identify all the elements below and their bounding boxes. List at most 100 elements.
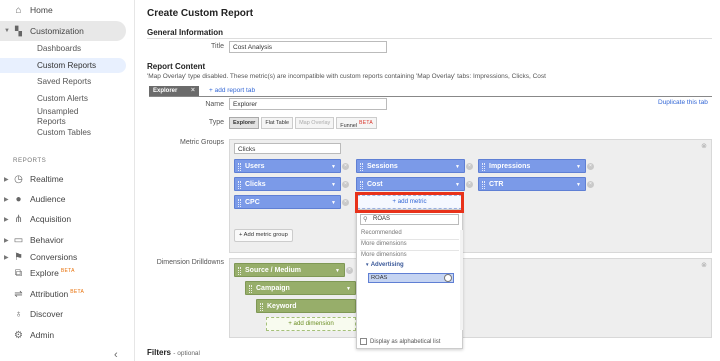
metric-users[interactable]: Users ▼ × (234, 159, 349, 174)
nav-attribution[interactable]: ⇌ Attribution BETA (0, 284, 135, 304)
nav-custom-reports[interactable]: Custom Reports (37, 61, 96, 71)
dropdown-arrow-icon[interactable]: ▼ (576, 178, 581, 192)
dimension-source-medium[interactable]: Source / Medium ▼ × (234, 263, 353, 278)
roas-option[interactable]: ROAS (368, 273, 454, 283)
type-explorer-button[interactable]: Explorer (229, 117, 260, 129)
remove-metric-icon[interactable]: × (342, 163, 349, 170)
remove-metric-icon[interactable]: × (342, 199, 349, 206)
close-tab-icon[interactable]: × (191, 87, 195, 95)
add-dimension-button[interactable]: + add dimension (266, 317, 356, 331)
type-funnel-button[interactable]: Funnel BETA (336, 117, 377, 129)
caret-right-icon: ▶ (4, 254, 9, 261)
dropdown-arrow-icon[interactable]: ▼ (455, 160, 460, 174)
metric-ctr[interactable]: CTR ▼ × (478, 177, 594, 192)
explore-label: Explore (30, 268, 59, 278)
dropdown-arrow-icon[interactable]: ▼ (331, 196, 336, 210)
nav-custom-tables[interactable]: Custom Tables (37, 128, 91, 138)
remove-metric-icon[interactable]: × (466, 181, 473, 188)
drag-handle-icon[interactable] (238, 267, 241, 275)
caret-right-icon: ▶ (4, 196, 9, 203)
drag-handle-icon[interactable] (482, 163, 485, 171)
remove-group-icon[interactable]: ⊗ (701, 142, 707, 150)
nav-admin[interactable]: ⚙ Admin (0, 325, 135, 345)
grid-icon: ▚ (15, 25, 22, 36)
metric-impressions[interactable]: Impressions ▼ × (478, 159, 594, 174)
dropdown-arrow-icon[interactable]: ▼ (331, 178, 336, 192)
nav-dashboards[interactable]: Dashboards (37, 44, 81, 54)
collapse-sidebar-icon[interactable]: ‹ (114, 349, 118, 361)
type-flat-table-button[interactable]: Flat Table (261, 117, 294, 129)
recommended-section[interactable]: Recommended (361, 230, 402, 236)
highlight-box (355, 192, 464, 213)
advertising-category[interactable]: ▼ Advertising (365, 262, 404, 268)
remove-metric-icon[interactable]: × (466, 163, 473, 170)
filters-heading: Filters - optional (147, 348, 200, 357)
nav-acquisition[interactable]: ▶ ⋔ Acquisition (0, 209, 135, 229)
remove-dimension-icon[interactable]: × (346, 267, 353, 274)
tab-name-input[interactable]: Explorer (229, 98, 387, 110)
metric-groups-label: Metric Groups (180, 139, 224, 146)
dropdown-arrow-icon[interactable]: ▼ (346, 282, 351, 296)
remove-metric-icon[interactable]: × (587, 181, 594, 188)
drag-handle-icon[interactable] (238, 199, 241, 207)
search-icon: ⚲ (363, 216, 368, 223)
attribution-beta-badge: BETA (70, 289, 85, 296)
person-icon: ● (15, 193, 22, 205)
remove-dimension-group-icon[interactable]: ⊗ (701, 261, 707, 269)
metric-picker-dropdown: ⚲ ROAS Recommended More dimensions More … (356, 209, 463, 349)
drag-handle-icon[interactable] (238, 163, 241, 171)
nav-custom-alerts[interactable]: Custom Alerts (37, 94, 88, 104)
add-metric-group-button[interactable]: + Add metric group (234, 229, 293, 242)
explore-icon: ⧉ (14, 267, 23, 279)
tab-underline (149, 96, 712, 97)
tab-explorer[interactable]: Explorer × (149, 86, 199, 96)
nav-behavior[interactable]: ▶ ▭ Behavior (0, 230, 135, 250)
metric-clicks[interactable]: Clicks ▼ × (234, 177, 349, 192)
report-content-heading: Report Content (147, 62, 206, 71)
nav-home[interactable]: ⌂ Home (0, 0, 135, 20)
remove-metric-icon[interactable]: × (342, 181, 349, 188)
duplicate-tab-link[interactable]: Duplicate this tab (658, 99, 708, 106)
title-input[interactable]: Cost Analysis (229, 41, 387, 53)
add-report-tab-link[interactable]: + add report tab (209, 87, 255, 94)
drag-handle-icon[interactable] (360, 163, 363, 171)
drag-handle-icon[interactable] (238, 181, 241, 189)
map-overlay-warning: 'Map Overlay' type disabled. These metri… (147, 73, 546, 80)
drag-handle-icon[interactable] (360, 181, 363, 189)
dimension-keyword[interactable]: Keyword (256, 299, 356, 313)
dimension-label: Source / Medium (245, 267, 302, 274)
metric-search-input[interactable]: ⚲ ROAS (360, 214, 459, 225)
nav-saved-reports[interactable]: Saved Reports (37, 77, 91, 87)
alphabetical-checkbox[interactable] (360, 338, 367, 345)
dropdown-arrow-icon[interactable]: ▼ (576, 160, 581, 174)
nav-unsampled-reports[interactable]: Unsampled Reports (37, 107, 97, 127)
nav-discover[interactable]: ♁ Discover (0, 304, 135, 324)
nav-realtime[interactable]: ▶ ◷ Realtime (0, 169, 135, 189)
metric-sessions[interactable]: Sessions ▼ × (356, 159, 473, 174)
nav-customization[interactable]: ▼ ▚ Customization (0, 21, 126, 41)
dropdown-arrow-icon[interactable]: ▼ (331, 160, 336, 174)
dropdown-arrow-icon[interactable]: ▼ (335, 264, 340, 278)
metric-cpc[interactable]: CPC ▼ × (234, 195, 349, 210)
more-dimensions-section[interactable]: More dimensions (361, 241, 407, 247)
metric-cost[interactable]: Cost ▼ × (356, 177, 473, 192)
metric-group-name-input[interactable]: Clicks (234, 143, 341, 154)
filters-optional-label: - optional (173, 350, 200, 357)
metric-label: Users (245, 163, 265, 170)
drag-handle-icon[interactable] (249, 285, 252, 293)
nav-explore[interactable]: ⧉ Explore BETA (0, 263, 135, 283)
alphabetical-toggle[interactable]: Display as alphabetical list (360, 338, 440, 345)
drag-handle-icon[interactable] (482, 181, 485, 189)
metric-label: Impressions (489, 163, 531, 170)
lightbulb-icon: ♁ (14, 308, 23, 320)
drag-handle-icon[interactable] (260, 303, 263, 311)
help-icon[interactable] (444, 274, 452, 282)
dimension-campaign[interactable]: Campaign ▼ (245, 281, 356, 295)
dropdown-scrollbar[interactable] (460, 230, 463, 330)
remove-metric-icon[interactable]: × (587, 163, 594, 170)
nav-conversions[interactable]: ▶ ⚑ Conversions (0, 250, 135, 264)
dropdown-arrow-icon[interactable]: ▼ (455, 178, 460, 192)
category-label: Advertising (370, 262, 404, 268)
nav-audience[interactable]: ▶ ● Audience (0, 189, 135, 209)
more-dimensions-section[interactable]: More dimensions (361, 252, 407, 258)
